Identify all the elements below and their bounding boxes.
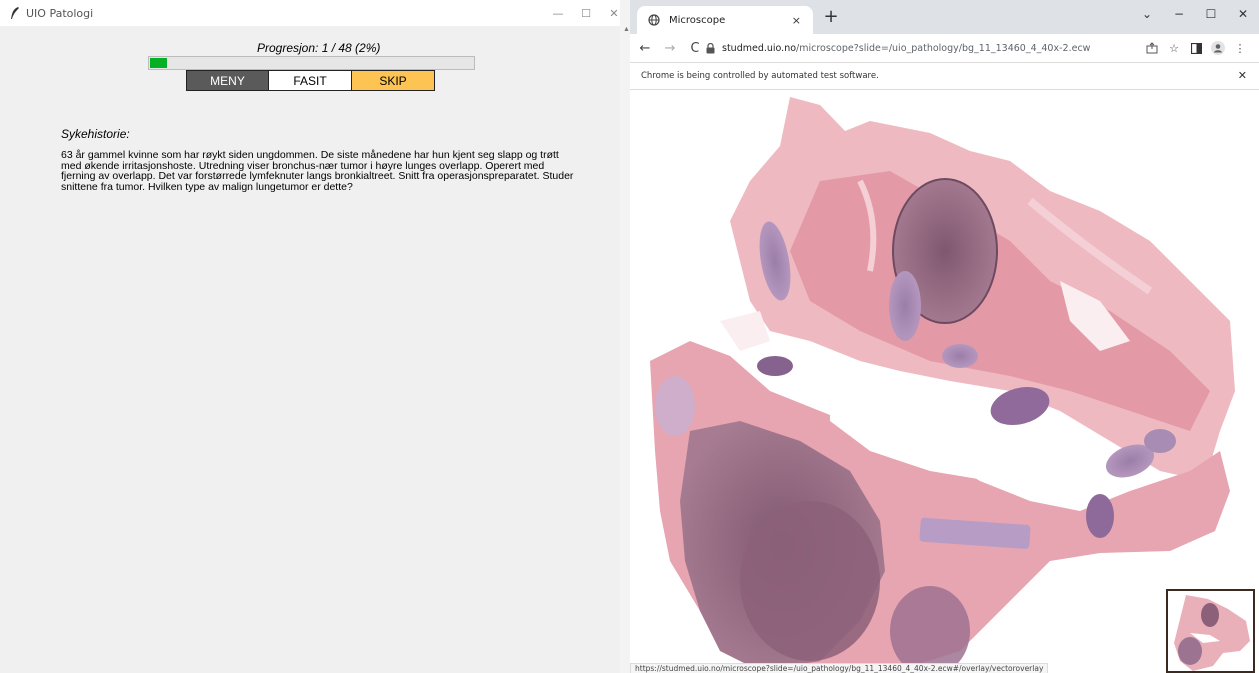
tissue-slide-image[interactable] — [630, 91, 1259, 673]
scroll-up-arrow-icon[interactable]: ▲ — [623, 26, 630, 33]
browser-close-button[interactable]: ✕ — [1227, 0, 1259, 28]
url-host: studmed.uio.no — [722, 42, 797, 54]
progress-bar — [148, 56, 475, 70]
window-title: UIO Patologi — [26, 6, 94, 20]
tab-search-button[interactable]: ⌄ — [1131, 0, 1163, 28]
lock-icon[interactable] — [704, 42, 716, 54]
status-bar-url: https://studmed.uio.no/microscope?slide=… — [630, 663, 1049, 673]
uio-patologi-window: UIO Patologi — ☐ ✕ Progresjon: 1 / 48 (2… — [0, 0, 628, 673]
tab-close-icon[interactable]: × — [792, 14, 801, 27]
infobar-close-icon[interactable]: ✕ — [1238, 69, 1247, 82]
maximize-button[interactable]: ☐ — [572, 0, 600, 26]
case-history-heading: Sykehistorie: — [61, 127, 130, 141]
browser-maximize-button[interactable]: ☐ — [1195, 0, 1227, 28]
slide-viewer[interactable]: https://studmed.uio.no/microscope?slide=… — [630, 91, 1259, 673]
button-row: MENY FASIT SKIP — [186, 70, 435, 91]
forward-button[interactable]: → — [660, 38, 680, 58]
share-icon[interactable] — [1141, 38, 1163, 58]
browser-window: Microscope × + ⌄ − ☐ ✕ ← → C studmed.uio… — [630, 0, 1259, 673]
skip-button[interactable]: SKIP — [352, 70, 435, 91]
menu-button[interactable]: MENY — [186, 70, 269, 91]
case-history-text: 63 år gammel kvinne som har røykt siden … — [61, 149, 574, 193]
browser-minimize-button[interactable]: − — [1163, 0, 1195, 28]
automation-infobar: Chrome is being controlled by automated … — [630, 62, 1259, 90]
minimize-button[interactable]: — — [544, 0, 572, 26]
address-bar[interactable]: studmed.uio.no/microscope?slide=/uio_pat… — [698, 37, 1194, 59]
profile-icon[interactable] — [1207, 38, 1229, 58]
progress-label: Progresjon: 1 / 48 (2%) — [257, 41, 381, 55]
window-divider — [620, 0, 630, 673]
star-icon[interactable]: ☆ — [1163, 38, 1185, 58]
tab-strip: Microscope × + ⌄ − ☐ ✕ — [630, 0, 1259, 34]
progress-fill — [150, 58, 167, 68]
url-text[interactable]: studmed.uio.no/microscope?slide=/uio_pat… — [722, 43, 1090, 54]
infobar-text: Chrome is being controlled by automated … — [641, 71, 879, 81]
browser-toolbar: ← → C studmed.uio.no/microscope?slide=/u… — [630, 34, 1259, 62]
slide-overview-thumbnail[interactable] — [1166, 589, 1255, 673]
app-body: Progresjon: 1 / 48 (2%) MENY FASIT SKIP … — [7, 26, 628, 673]
new-tab-button[interactable]: + — [822, 8, 840, 27]
globe-icon — [647, 13, 661, 27]
menu-icon[interactable]: ⋮ — [1229, 38, 1251, 58]
title-bar: UIO Patologi — ☐ ✕ — [0, 0, 628, 26]
url-path: /microscope?slide=/uio_pathology/bg_11_1… — [796, 42, 1091, 54]
tab-microscope[interactable]: Microscope × — [637, 6, 813, 34]
tab-title: Microscope — [669, 14, 726, 26]
answer-button[interactable]: FASIT — [269, 70, 352, 91]
back-button[interactable]: ← — [635, 38, 655, 58]
feather-icon — [8, 6, 22, 20]
sidepanel-icon[interactable] — [1185, 38, 1207, 58]
